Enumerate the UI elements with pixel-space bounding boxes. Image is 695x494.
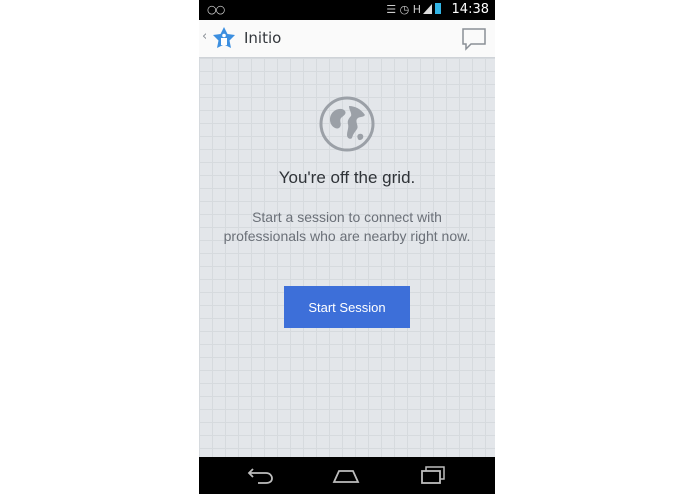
chat-icon[interactable] [461, 27, 487, 51]
network-type-label: H [412, 3, 421, 16]
app-title: Initio [244, 29, 282, 47]
start-session-button[interactable]: Start Session [284, 286, 410, 328]
empty-state-panel: You're off the grid. Start a session to … [199, 58, 495, 457]
signal-icon [423, 4, 432, 14]
back-icon[interactable] [246, 467, 274, 485]
action-bar: ‹ Initio [199, 20, 495, 58]
recent-apps-icon[interactable] [419, 465, 447, 485]
vibrate-icon: ☰ [386, 3, 397, 16]
phone-screen: ○○ ☰ ◷ H 14:38 ‹ Initio You're off the g… [199, 0, 495, 494]
voicemail-icon: ○○ [207, 3, 225, 16]
up-caret-icon[interactable]: ‹ [202, 29, 207, 44]
clock: 14:38 [451, 2, 489, 17]
empty-state-headline: You're off the grid. [278, 168, 416, 187]
alarm-icon: ◷ [399, 3, 410, 16]
status-bar: ○○ ☰ ◷ H 14:38 [199, 0, 495, 20]
battery-icon [435, 3, 441, 14]
home-icon[interactable] [331, 467, 361, 485]
empty-state-message: Start a session to connect with professi… [223, 209, 471, 244]
app-logo-icon[interactable] [211, 25, 237, 51]
globe-icon [319, 96, 375, 152]
status-icons: ☰ ◷ H [386, 3, 441, 16]
navigation-bar [199, 457, 495, 494]
